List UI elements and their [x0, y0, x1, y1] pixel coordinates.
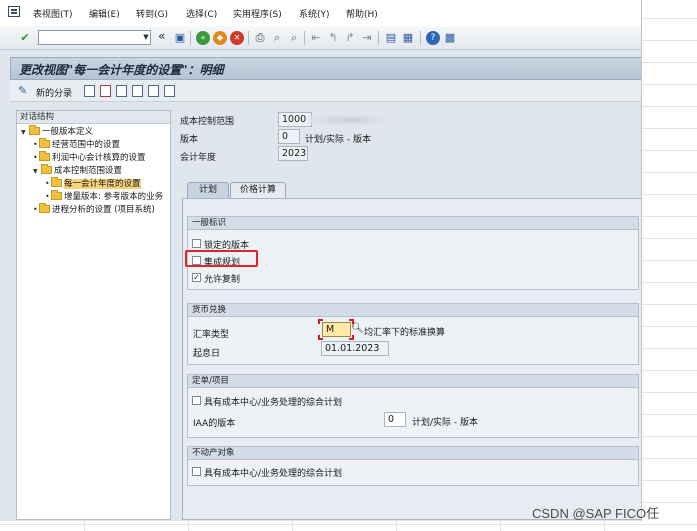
standard-toolbar: ✔ ▼ « ▣ « ◆ ✕ ⎙ ⌕ ⌕ ⇤ ↰ ↱ ⇥ ▤ ▦ ? ▩: [0, 26, 641, 50]
fiscal-year-field[interactable]: 2023: [278, 146, 308, 161]
collapse-icon[interactable]: «: [158, 29, 165, 43]
tab-pricing[interactable]: 价格计算: [230, 182, 286, 198]
orders-integrated-planning-checkbox[interactable]: [192, 396, 201, 405]
tab-planning[interactable]: 计划: [187, 182, 229, 198]
iaa-version-field[interactable]: 0: [384, 412, 406, 427]
first-page-icon[interactable]: ⇤: [309, 31, 323, 45]
previous-entry-icon[interactable]: [132, 85, 143, 97]
focus-corner: [318, 335, 323, 340]
tree-item-general-version[interactable]: ▼ 一般版本定义: [21, 125, 93, 139]
menu-selection[interactable]: 选择(C): [186, 7, 217, 20]
back-icon[interactable]: «: [196, 31, 210, 45]
delete-icon[interactable]: [100, 85, 111, 97]
tab-page-planning: 一般标识 锁定的版本 集成规划 ✓ 允许复制 货币兑换 汇率类型 起息日 定单/…: [182, 198, 641, 520]
real-estate-integrated-planning-label: 具有成本中心/业务处理的综合计划: [204, 469, 343, 479]
previous-page-icon[interactable]: ↰: [326, 31, 340, 45]
undo-change-icon[interactable]: [116, 85, 127, 97]
exchange-rate-type-description: 均汇率下的标准换算: [364, 328, 446, 338]
version-description: 计划/实际 - 版本: [305, 135, 372, 145]
exchange-rate-type-field[interactable]: M: [322, 322, 351, 337]
version-label: 版本: [180, 135, 199, 145]
folder-icon: [39, 203, 50, 213]
folder-icon: [39, 138, 50, 148]
folder-open-icon: [51, 177, 62, 187]
tree-header: 对话结构: [17, 111, 170, 124]
menu-bar: 表视图(T) 编辑(E) 转到(G) 选择(C) 实用程序(S) 系统(Y) 帮…: [0, 0, 641, 26]
new-entries-button[interactable]: 新的分录: [36, 86, 72, 99]
focus-corner: [318, 319, 323, 324]
sap-window: 表视图(T) 编辑(E) 转到(G) 选择(C) 实用程序(S) 系统(Y) 帮…: [0, 0, 642, 521]
find-icon[interactable]: ⌕: [270, 31, 284, 45]
group-title: 不动产对象: [188, 447, 638, 460]
copy-as-icon[interactable]: [84, 85, 95, 97]
watermark: CSDN @SAP FICO任: [532, 506, 660, 521]
tree-item-delta-version[interactable]: • 增量版本: 参考版本的业务: [45, 190, 163, 203]
tree-item-profit-center[interactable]: • 利润中心会计核算的设置: [33, 151, 146, 164]
menu-table-view[interactable]: 表视图(T): [33, 7, 73, 20]
value-date-label: 起息日: [193, 349, 221, 359]
expand-toggle-icon[interactable]: ▼: [33, 166, 41, 178]
cancel-icon[interactable]: ✕: [230, 31, 244, 45]
new-session-icon[interactable]: ▤: [384, 31, 398, 45]
fiscal-year-label: 会计年度: [180, 153, 217, 163]
group-title: 一般标识: [188, 217, 638, 230]
folder-icon: [29, 125, 40, 135]
menu-utilities[interactable]: 实用程序(S): [233, 7, 282, 20]
folder-icon: [41, 164, 52, 174]
folder-icon: [39, 151, 50, 161]
group-title: 定单/项目: [188, 375, 638, 388]
iaa-version-label: IAA的版本: [193, 419, 236, 429]
tree-item-fiscal-year[interactable]: • 每一会计年度的设置: [45, 177, 141, 190]
menu-help[interactable]: 帮助(H): [346, 7, 378, 20]
search-help-icon[interactable]: 🔍︎: [351, 322, 364, 336]
shortcut-icon[interactable]: ▦: [401, 31, 415, 45]
redacted-description: [308, 114, 390, 126]
window-menu-icon[interactable]: [8, 6, 20, 17]
print-icon[interactable]: ⎙: [253, 31, 267, 45]
annotation-highlight-box: [185, 250, 258, 267]
version-field[interactable]: 0: [278, 129, 300, 144]
next-entry-icon[interactable]: [148, 85, 159, 97]
enter-check-icon[interactable]: ✔: [18, 31, 32, 45]
controlling-area-field[interactable]: 1000: [278, 112, 312, 127]
next-page-icon[interactable]: ↱: [343, 31, 357, 45]
application-toolbar: ✎ 新的分录: [10, 80, 641, 102]
copy-allowed-checkbox[interactable]: ✓: [192, 273, 201, 282]
iaa-version-description: 计划/实际 - 版本: [412, 418, 479, 428]
other-entry-icon[interactable]: [164, 85, 175, 97]
page-title: 更改视图"每一会计年度的设置"：明细: [19, 63, 224, 77]
controlling-area-label: 成本控制范围: [180, 117, 235, 127]
locked-version-checkbox[interactable]: [192, 239, 201, 248]
command-field[interactable]: [38, 30, 151, 45]
chevron-down-icon[interactable]: ▼: [141, 30, 151, 45]
tree-item-controlling-area[interactable]: ▼ 成本控制范围设置: [33, 164, 122, 178]
exchange-rate-type-label: 汇率类型: [193, 330, 230, 340]
expand-toggle-icon[interactable]: ▼: [21, 127, 29, 139]
real-estate-integrated-planning-checkbox[interactable]: [192, 467, 201, 476]
value-date-field[interactable]: 01.01.2023: [321, 341, 389, 356]
screen-title-bar: 更改视图"每一会计年度的设置"：明细: [10, 57, 641, 80]
menu-edit[interactable]: 编辑(E): [89, 7, 120, 20]
save-icon[interactable]: ▣: [173, 31, 187, 45]
group-orders-projects: 定单/项目 具有成本中心/业务处理的综合计划 IAA的版本: [187, 374, 639, 438]
group-real-estate: 不动产对象 具有成本中心/业务处理的综合计划: [187, 446, 639, 486]
last-page-icon[interactable]: ⇥: [360, 31, 374, 45]
tree-item-operating-concern[interactable]: • 经营范围中的设置: [33, 138, 120, 151]
group-title: 货币兑换: [188, 304, 638, 317]
exit-icon[interactable]: ◆: [213, 31, 227, 45]
layout-menu-icon[interactable]: ▩: [443, 31, 457, 45]
folder-icon: [51, 190, 62, 200]
copy-allowed-label: 允许复制: [204, 275, 241, 285]
menu-goto[interactable]: 转到(G): [136, 7, 168, 20]
find-next-icon[interactable]: ⌕: [287, 31, 301, 45]
orders-integrated-planning-label: 具有成本中心/业务处理的综合计划: [204, 398, 343, 408]
change-display-icon[interactable]: ✎: [18, 84, 27, 97]
dialog-structure-tree: 对话结构 ▼ 一般版本定义 • 经营范围中的设置 • 利润中心会计核算的设置 ▼ 成本控…: [16, 110, 171, 520]
help-icon[interactable]: ?: [426, 31, 440, 45]
menu-system[interactable]: 系统(Y): [299, 7, 330, 20]
tree-item-progress-analysis[interactable]: • 进程分析的设置 (项目系统): [33, 203, 155, 216]
